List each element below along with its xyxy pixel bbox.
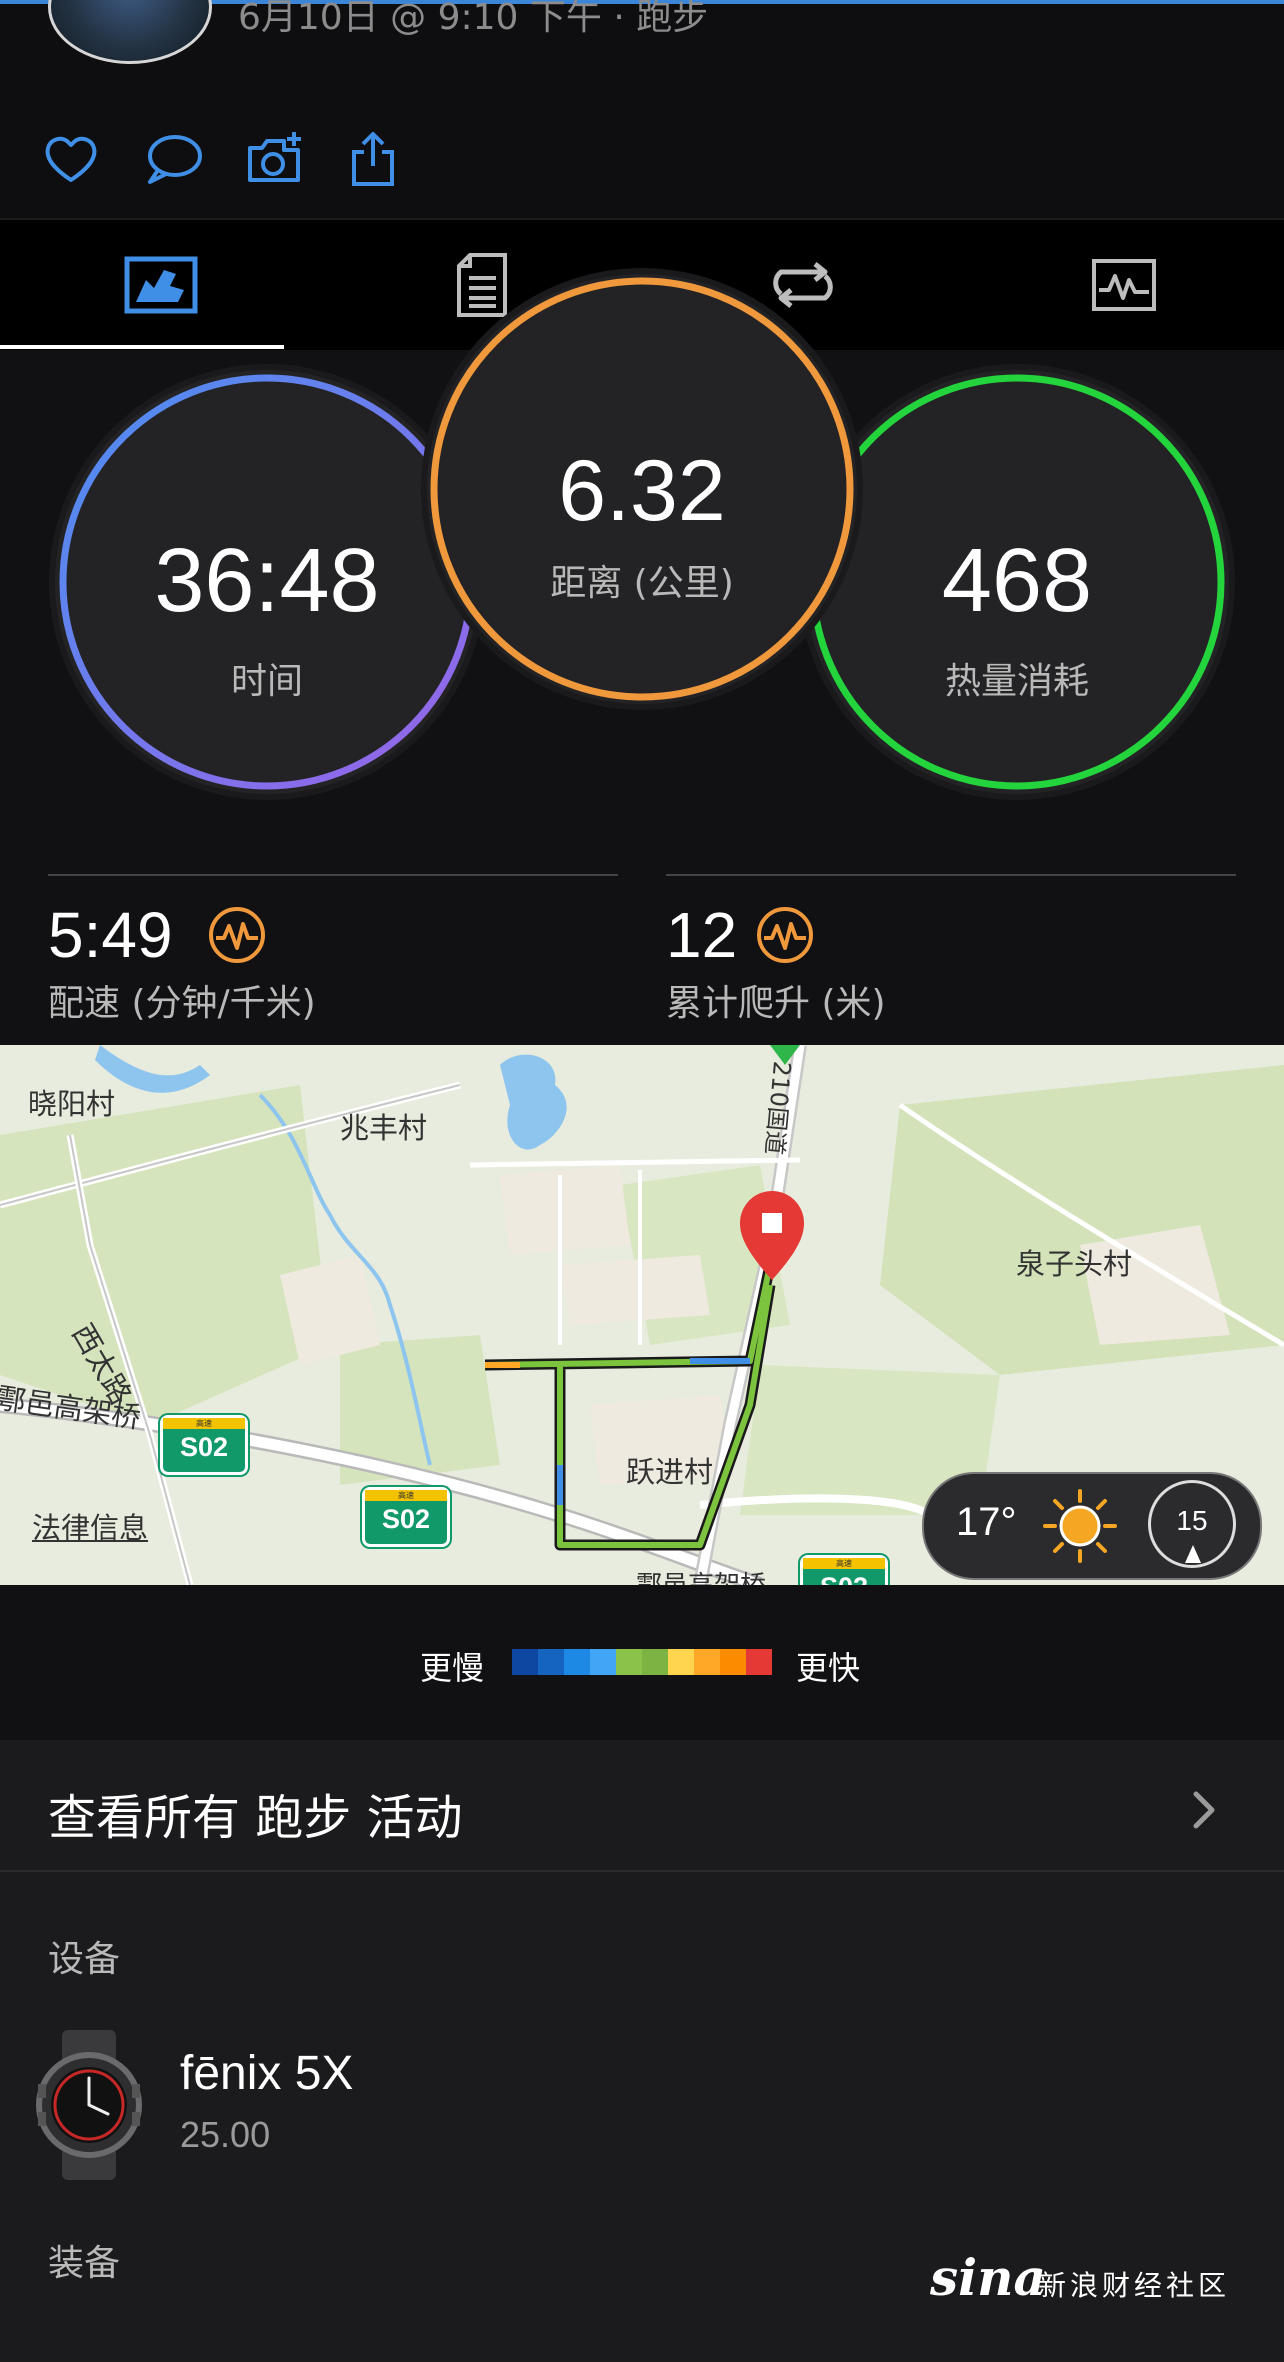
distance-label: 距离 (公里) (550, 563, 734, 604)
watermark-text: 新浪财经社区 (1038, 2269, 1231, 2302)
device-name: fēnix 5X (180, 2047, 354, 2100)
wind-compass: 15 (1148, 1480, 1236, 1568)
action-bar (0, 98, 1284, 220)
wind-speed-text: 15 (1176, 1505, 1208, 1536)
legend-color-bar (512, 1649, 772, 1675)
activity-header: 6月10日 @ 9:10 下午 · 跑步 (0, 0, 1284, 104)
view-all-runs-label: 查看所有 跑步 活动 (48, 1790, 463, 1846)
summary-panel: 36:48 时间 468 热量消耗 6.32 距离 (公里) 5:49 配速 (… (0, 274, 1284, 1045)
like-icon[interactable] (40, 128, 102, 190)
ascent-chart-icon[interactable] (756, 906, 814, 964)
distance-ring: 6.32 距离 (公里) (427, 274, 857, 704)
map-label: 晓阳村 (28, 1087, 116, 1121)
map-label: 鄠邑高架桥 (636, 1565, 766, 1585)
pace-value: 5:49 (48, 899, 173, 971)
legend-slower-label: 更慢 (420, 1649, 485, 1687)
legend-color-swatch (616, 1649, 642, 1675)
tab-overview[interactable] (0, 220, 321, 350)
time-value: 36:48 (154, 531, 380, 631)
calories-label: 热量消耗 (944, 661, 1089, 702)
add-photo-icon[interactable] (244, 128, 306, 190)
sun-icon (1043, 1489, 1117, 1563)
calories-value: 468 (941, 531, 1093, 631)
divider-line (0, 1870, 1284, 1872)
device-section-header: 设备 (48, 1939, 121, 1980)
highway-shield: 高速 S02 (160, 1415, 248, 1475)
chevron-right-icon (1193, 1791, 1215, 1829)
legend-color-swatch (694, 1649, 720, 1675)
legend-color-swatch (512, 1649, 538, 1675)
legend-color-swatch (668, 1649, 694, 1675)
wind-direction-icon (1185, 1545, 1201, 1563)
divider-line (666, 874, 1236, 876)
device-version: 25.00 (180, 2114, 271, 2155)
legend-color-swatch (538, 1649, 564, 1675)
temperature-text: 17° (956, 1500, 1017, 1544)
divider-line (48, 874, 618, 876)
legend-color-swatch (590, 1649, 616, 1675)
ascent-value: 12 (666, 899, 738, 971)
map-label: 兆丰村 (340, 1111, 428, 1145)
watch-image (36, 2030, 142, 2180)
comment-icon[interactable] (142, 128, 204, 190)
legend-color-swatch (642, 1649, 668, 1675)
sina-watermark: sina 新浪财经社区 (930, 2248, 1270, 2308)
sina-logo: sina (930, 2248, 1046, 2307)
legend-color-swatch (720, 1649, 746, 1675)
activity-title: 6月10日 @ 9:10 下午 · 跑步 (238, 0, 709, 38)
gear-section-header: 装备 (48, 2243, 121, 2284)
device-row[interactable]: fēnix 5X 25.00 (0, 2010, 1284, 2180)
legal-info-link[interactable]: 法律信息 (32, 1505, 148, 1547)
pace-chart-icon[interactable] (208, 906, 266, 964)
ascent-label: 累计爬升 (米) (666, 983, 886, 1024)
weather-badge[interactable]: 17° 15 (922, 1472, 1262, 1580)
legend-color-swatch (564, 1649, 590, 1675)
pace-legend: 更慢 更快 (0, 1585, 1284, 1740)
view-all-runs-row[interactable]: 查看所有 跑步 活动 (0, 1740, 1284, 1870)
chart-pulse-icon (1091, 259, 1156, 311)
time-label: 时间 (230, 661, 303, 702)
pace-label: 配速 (分钟/千米) (48, 983, 316, 1024)
calories-ring: 468 热量消耗 (805, 370, 1229, 794)
highway-shield: 高速 S02 (362, 1487, 450, 1547)
map-overview-icon (124, 256, 197, 314)
map-label: 跃进村 (626, 1455, 714, 1489)
details-list: 查看所有 跑步 活动 设备 fēnix 5X 25.00 装备 sina 新浪财… (0, 1740, 1284, 2362)
highway-shield: 高速 S02 (800, 1555, 888, 1585)
tab-selected-indicator (0, 345, 284, 349)
distance-value: 6.32 (558, 443, 726, 539)
avatar[interactable] (48, 0, 212, 64)
legend-faster-label: 更快 (796, 1649, 861, 1687)
share-icon[interactable] (344, 128, 406, 190)
tab-charts[interactable] (963, 220, 1284, 350)
legend-color-swatch (746, 1649, 772, 1675)
time-ring: 36:48 时间 (55, 370, 479, 794)
map-label: 泉子头村 (1016, 1247, 1133, 1281)
